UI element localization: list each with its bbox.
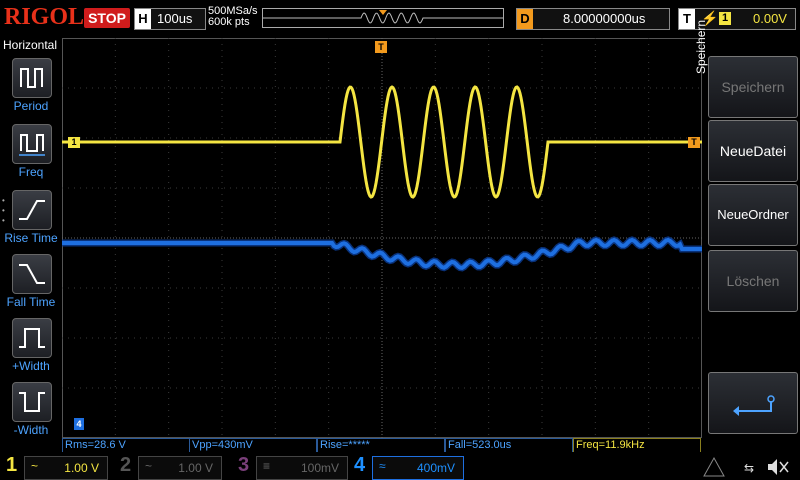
menu-title: Speichern xyxy=(694,19,708,74)
measurement-fall: Fall=523.0us xyxy=(445,438,573,453)
timebase-box[interactable]: H 100us xyxy=(134,8,206,30)
trigger-level: 0.00V xyxy=(753,11,787,26)
neg-width-label: -Width xyxy=(13,423,49,437)
trigger-source: 1 xyxy=(719,12,731,25)
ch1-scale: 1.00 V xyxy=(64,461,99,475)
measurement-vpp: Vpp=430mV xyxy=(189,438,317,453)
freq-label: Freq xyxy=(18,165,44,179)
neg-width-icon xyxy=(19,392,45,412)
ch4-box[interactable]: ≈ 400mV xyxy=(372,456,464,480)
rise-time-label: Rise Time xyxy=(4,231,58,245)
neg-width-button[interactable] xyxy=(12,382,52,422)
enter-button[interactable] xyxy=(708,372,798,434)
ch4-coupling-icon: ≈ xyxy=(379,459,386,473)
horizontal-measure-panel: Horizontal Period Freq • • • Rise Time Fal… xyxy=(0,38,62,440)
freq-icon xyxy=(19,134,45,156)
fall-time-button[interactable] xyxy=(12,254,52,294)
speichern-button[interactable]: Speichern xyxy=(708,56,798,118)
trigger-key: T xyxy=(679,9,695,29)
ch2-coupling-icon: ~ xyxy=(145,459,153,473)
freq-button[interactable] xyxy=(12,124,52,164)
channel-status-bar: 1 ~ 1.00 V 2 ~ 1.00 V 3 ≡ 100mV 4 ≈ 400m… xyxy=(0,452,800,480)
pos-width-button[interactable] xyxy=(12,318,52,358)
trigger-level-marker[interactable]: T xyxy=(688,137,700,148)
rise-time-button[interactable] xyxy=(12,190,52,230)
ch1-offset-marker[interactable]: 1 xyxy=(68,137,80,148)
ch2-box[interactable]: ~ 1.00 V xyxy=(138,456,222,480)
period-icon xyxy=(20,68,43,88)
ch1-waveform xyxy=(62,85,702,199)
neue-ordner-button[interactable]: NeueOrdner xyxy=(708,184,798,246)
memory-waveform-icon xyxy=(263,10,503,24)
neue-datei-button[interactable]: NeueDatei xyxy=(708,120,798,182)
horizontal-key: H xyxy=(135,9,151,29)
memory-depth: 600k pts xyxy=(208,16,250,28)
save-menu: Speichern Speichern NeueDatei NeueOrdner… xyxy=(694,20,800,440)
measurement-rms: Rms=28.6 V xyxy=(62,438,190,453)
ch3-number[interactable]: 3 xyxy=(238,454,249,477)
ch1-number[interactable]: 1 xyxy=(6,454,17,477)
delay-value: 8.00000000us xyxy=(563,11,646,26)
top-status-bar: RIGOL STOP H 100us 500MSa/s 600k pts D 8… xyxy=(0,0,800,36)
ch2-number[interactable]: 2 xyxy=(120,454,131,477)
trigger-position-marker[interactable]: T xyxy=(375,41,387,53)
memory-position-bar[interactable] xyxy=(262,8,504,28)
ch3-coupling-icon: ≡ xyxy=(263,459,271,473)
measurement-bar: Rms=28.6 V Vpp=430mV Rise=***** Fall=523… xyxy=(62,438,702,453)
run-stop-indicator[interactable]: STOP xyxy=(84,8,130,28)
ch3-box[interactable]: ≡ 100mV xyxy=(256,456,348,480)
period-label: Period xyxy=(13,99,49,113)
ch4-number[interactable]: 4 xyxy=(354,454,365,477)
fall-time-icon xyxy=(19,264,45,284)
delay-box[interactable]: D 8.00000000us xyxy=(516,8,670,30)
timebase-value: 100us xyxy=(157,11,193,26)
acquisition-info: 500MSa/s 600k pts xyxy=(208,6,258,28)
ch4-scale: 400mV xyxy=(416,461,455,475)
measurement-freq: Freq=11.9kHz xyxy=(573,438,701,453)
pos-width-label: +Width xyxy=(12,359,50,373)
enter-arrow-icon xyxy=(733,395,775,416)
measurement-rise: Rise=***** xyxy=(317,438,445,453)
waveform-display[interactable]: 1 T T 4 xyxy=(62,38,702,438)
rise-time-icon xyxy=(19,200,45,220)
ch2-scale: 1.00 V xyxy=(178,461,213,475)
delay-key: D xyxy=(517,9,533,29)
period-button[interactable] xyxy=(12,58,52,98)
ch1-box[interactable]: ~ 1.00 V xyxy=(24,456,108,480)
status-icons: ⇆ xyxy=(703,456,789,477)
graticule xyxy=(62,38,702,438)
loeschen-button[interactable]: Löschen xyxy=(708,250,798,312)
ch3-scale: 100mV xyxy=(300,461,339,475)
panel-title: Horizontal xyxy=(3,38,58,52)
pos-width-icon xyxy=(19,328,45,348)
fall-time-label: Fall Time xyxy=(6,295,56,309)
ch4-offset-marker[interactable]: 4 xyxy=(74,418,84,430)
svg-text:⇆: ⇆ xyxy=(744,461,754,475)
rigol-logo: RIGOL xyxy=(4,4,85,30)
scroll-dots: • • • xyxy=(2,196,5,225)
ch1-coupling-icon: ~ xyxy=(31,459,39,473)
